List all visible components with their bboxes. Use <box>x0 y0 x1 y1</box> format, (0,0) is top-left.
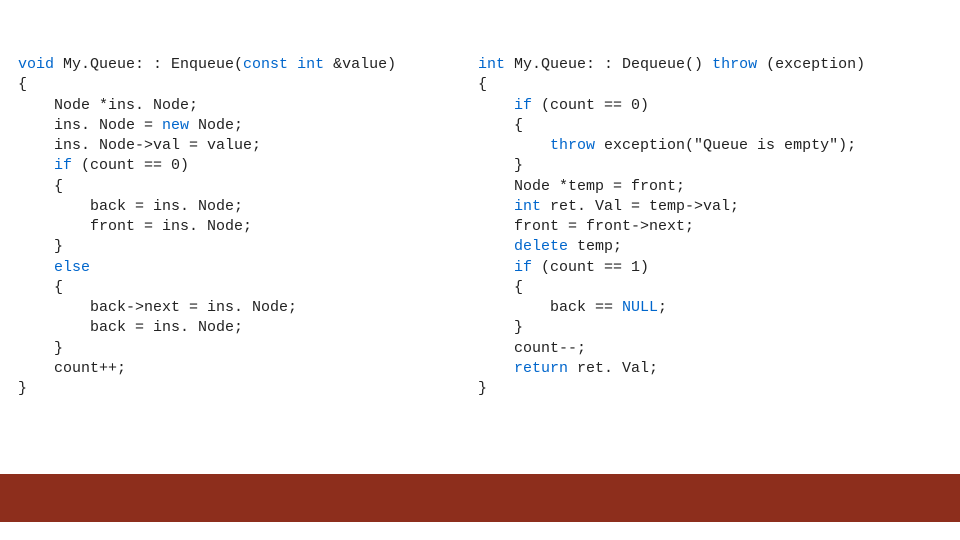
keyword-token: delete <box>514 238 568 255</box>
footer-bar <box>0 474 960 522</box>
keyword-token: new <box>162 117 189 134</box>
keyword-token: int <box>514 198 541 215</box>
keyword-token: void <box>18 56 54 73</box>
keyword-token: throw <box>712 56 757 73</box>
enqueue-code: void My.Queue: : Enqueue(const int &valu… <box>18 55 478 399</box>
slide: void My.Queue: : Enqueue(const int &valu… <box>0 0 960 540</box>
keyword-token: if <box>54 157 72 174</box>
keyword-token: if <box>514 259 532 276</box>
dequeue-code-column: int My.Queue: : Dequeue() throw (excepti… <box>478 55 938 399</box>
keyword-token: return <box>514 360 568 377</box>
code-area: void My.Queue: : Enqueue(const int &valu… <box>18 55 942 399</box>
dequeue-code: int My.Queue: : Dequeue() throw (excepti… <box>478 55 938 399</box>
keyword-token: NULL <box>622 299 658 316</box>
keyword-token: else <box>54 259 90 276</box>
keyword-token: if <box>514 97 532 114</box>
keyword-token: const <box>243 56 288 73</box>
keyword-token: throw <box>550 137 595 154</box>
keyword-token: int <box>478 56 505 73</box>
keyword-token: int <box>297 56 324 73</box>
enqueue-code-column: void My.Queue: : Enqueue(const int &valu… <box>18 55 478 399</box>
